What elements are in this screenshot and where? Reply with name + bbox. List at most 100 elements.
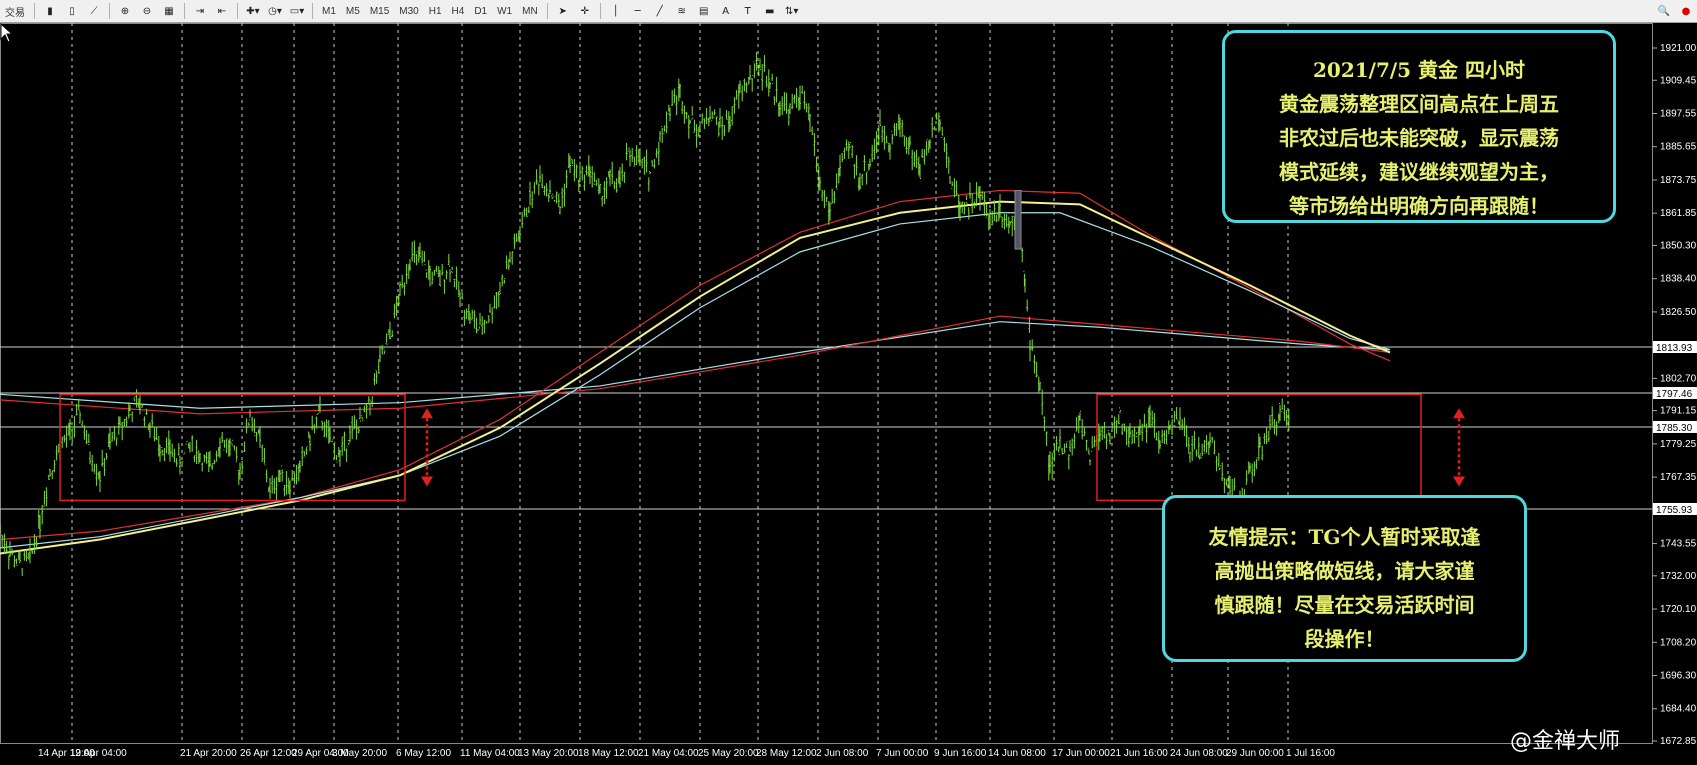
timeframe-m30[interactable]: M30 — [394, 6, 423, 17]
y-axis-label: 1826.50 — [1660, 307, 1697, 318]
bar-chart-icon[interactable]: ▮ — [41, 2, 59, 20]
price-line-tag: 1755.93 — [1656, 505, 1693, 516]
y-axis-label: 1684.40 — [1660, 704, 1697, 715]
range-arrow-left-head-up — [421, 408, 433, 419]
toolbar-separator — [184, 3, 185, 19]
x-axis-label: 14 Jun 08:00 — [988, 748, 1046, 759]
crosshair-icon[interactable]: ✛ — [576, 2, 594, 20]
x-axis-label: 2 Jun 08:00 — [816, 748, 869, 759]
x-axis-label: 29 Jun 00:00 — [1226, 748, 1284, 759]
y-axis-label: 1743.55 — [1660, 539, 1697, 550]
watermark: @金禅大师 — [1510, 729, 1621, 754]
toolbar-separator — [599, 3, 601, 19]
timeframe-m15[interactable]: M15 — [365, 6, 394, 17]
x-axis-label: 21 May 04:00 — [638, 748, 699, 759]
line-chart-icon[interactable]: ⟋ — [85, 2, 103, 20]
y-axis-label: 1921.00 — [1660, 43, 1697, 54]
label-tool[interactable]: T — [739, 2, 757, 20]
toolbar: 交易 ▮ ▯ ⟋ ⊕ ⊖ ▦ ⇥ ⇤ ✚▾ ◷▾ ▭▾ M1 M5 M15 M30 H1… — [0, 0, 1697, 23]
note-line: 非农过后也未能突破，显示震荡 — [1279, 126, 1559, 150]
y-axis-label: 1672.85 — [1660, 736, 1697, 747]
y-axis-label: 1732.00 — [1660, 571, 1697, 582]
autoscroll-icon[interactable]: ⇥ — [191, 2, 209, 20]
tile-windows-icon[interactable]: ▦ — [160, 2, 178, 20]
arrows-icon[interactable]: ⇅▾ — [783, 2, 801, 20]
analysis-note-top: 2021/7/5 黄金 四小时 黄金震荡整理区间高点在上周五 非农过后也未能突破… — [1222, 30, 1616, 223]
trade-label[interactable]: 交易 — [0, 4, 30, 19]
timeframe-d1[interactable]: D1 — [469, 6, 492, 17]
x-axis-label: 3 May 20:00 — [332, 748, 387, 759]
fibonacci-icon[interactable]: ≋ — [673, 2, 691, 20]
cursor-icon[interactable]: ➤ — [554, 2, 572, 20]
y-axis-label: 1779.25 — [1660, 439, 1697, 450]
y-axis-label: 1802.70 — [1660, 373, 1697, 384]
note-line: 黄金震荡整理区间高点在上周五 — [1279, 92, 1559, 116]
y-axis-label: 1720.10 — [1660, 604, 1697, 615]
ma-slow-red-line — [0, 315, 1391, 415]
note-line: 慎跟随！尽量在交易活跃时间 — [1214, 593, 1475, 617]
timeframe-m5[interactable]: M5 — [341, 6, 365, 17]
rectangle-icon[interactable]: ▬ — [761, 2, 779, 20]
price-line-tag: 1797.46 — [1656, 389, 1693, 400]
x-axis-label: 25 May 20:00 — [698, 748, 759, 759]
x-axis-label: 18 May 12:00 — [578, 748, 639, 759]
note-line: 模式延续，建议继续观望为主， — [1279, 160, 1559, 184]
x-axis-label: 7 Jun 00:00 — [876, 748, 929, 759]
note-line: 2021/7/5 黄金 四小时 — [1312, 58, 1526, 82]
note-line: 段操作！ — [1304, 627, 1385, 651]
toolbar-separator — [109, 3, 110, 19]
text-tool[interactable]: A — [717, 2, 735, 20]
notification-icon[interactable]: ● — [1677, 2, 1695, 20]
range-arrow-right-head-up — [1453, 408, 1465, 419]
period-separator-marker — [1014, 189, 1022, 250]
timeframe-h1[interactable]: H1 — [424, 6, 447, 17]
range-arrow-left-head-down — [421, 476, 433, 487]
ma-fast-red-line — [0, 189, 1391, 541]
x-axis-label: 21 Jun 16:00 — [1110, 748, 1168, 759]
x-axis-label: 13 May 20:00 — [518, 748, 579, 759]
x-axis-label: 9 Jun 16:00 — [934, 748, 987, 759]
y-axis-label: 1897.55 — [1660, 108, 1697, 119]
y-axis-label: 1708.20 — [1660, 637, 1697, 648]
channel-icon[interactable]: ▤ — [695, 2, 713, 20]
note-line: 友情提示：TG个人暂时采取逢 — [1208, 525, 1481, 549]
y-axis-label: 1885.65 — [1660, 142, 1697, 153]
y-axis-label: 1861.85 — [1660, 208, 1697, 219]
x-axis-label: 1 Jul 16:00 — [1286, 748, 1335, 759]
search-icon[interactable]: 🔍 — [1655, 2, 1673, 20]
x-axis-label: 6 May 12:00 — [396, 748, 451, 759]
horizontal-line-icon[interactable]: ─ — [629, 2, 647, 20]
toolbar-separator — [546, 3, 548, 19]
candlestick-icon[interactable]: ▯ — [63, 2, 81, 20]
range-arrow-right-head-down — [1453, 476, 1465, 487]
y-axis-label: 1791.15 — [1660, 406, 1697, 417]
price-line-tag: 1785.30 — [1656, 423, 1693, 434]
periods-icon[interactable]: ◷▾ — [266, 2, 284, 20]
zoom-in-icon[interactable]: ⊕ — [116, 2, 134, 20]
vertical-line-icon[interactable]: │ — [607, 2, 625, 20]
timeframe-w1[interactable]: W1 — [492, 6, 517, 17]
templates-icon[interactable]: ▭▾ — [288, 2, 306, 20]
timeframe-h4[interactable]: H4 — [447, 6, 470, 17]
x-axis-label: 21 Apr 20:00 — [180, 748, 237, 759]
y-axis-label: 1909.45 — [1660, 75, 1697, 86]
y-axis-label: 1850.30 — [1660, 240, 1697, 251]
trendline-icon[interactable]: ╱ — [651, 2, 669, 20]
toolbar-separator — [237, 3, 238, 19]
mouse-cursor-icon — [0, 23, 14, 43]
timeframe-bar: M1 M5 M15 M30 H1 H4 D1 W1 MN — [317, 6, 543, 17]
chart-shift-icon[interactable]: ⇤ — [213, 2, 231, 20]
x-axis-label: 24 Jun 08:00 — [1170, 748, 1228, 759]
price-chart[interactable]: 14 Apr 12:00 19 Apr 04:00 21 Apr 20:00 26 A… — [0, 23, 1697, 765]
y-axis-label: 1873.75 — [1660, 175, 1697, 186]
indicators-icon[interactable]: ✚▾ — [244, 2, 262, 20]
zoom-out-icon[interactable]: ⊖ — [138, 2, 156, 20]
timeframe-mn[interactable]: MN — [517, 6, 543, 17]
x-axis-label: 17 Jun 00:00 — [1052, 748, 1110, 759]
timeframe-m1[interactable]: M1 — [317, 6, 341, 17]
x-axis-label: 26 Apr 12:00 — [240, 748, 297, 759]
price-line-tag: 1813.93 — [1656, 343, 1693, 354]
x-axis-label: 28 May 12:00 — [756, 748, 817, 759]
note-line: 高抛出策略做短线，请大家谨 — [1214, 559, 1475, 583]
y-axis-label: 1838.40 — [1660, 274, 1697, 285]
